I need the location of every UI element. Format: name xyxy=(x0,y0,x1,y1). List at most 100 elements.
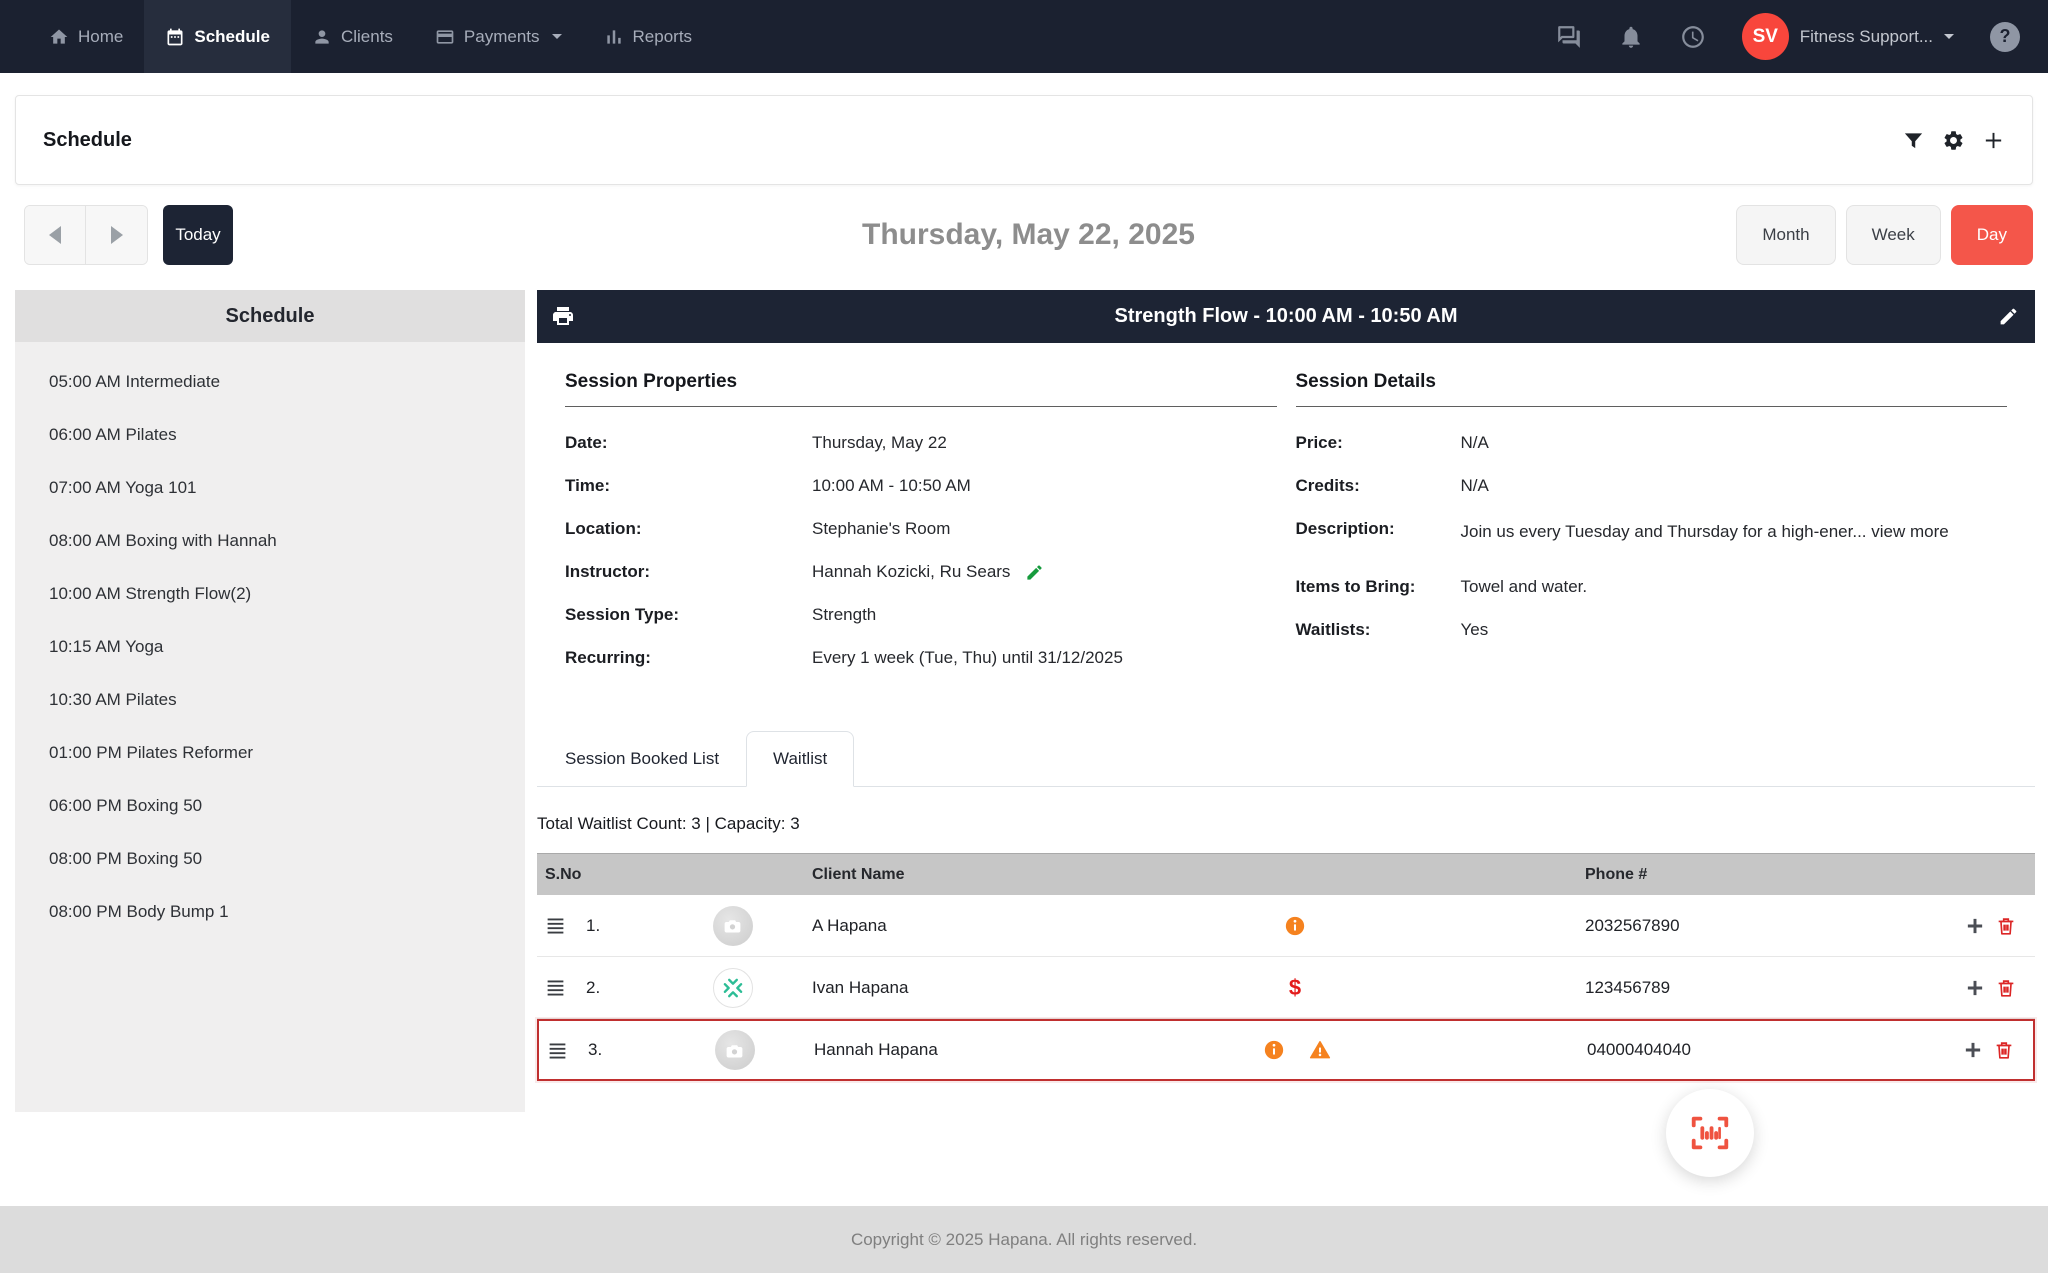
top-navbar: Home Schedule Clients Payments Reports S… xyxy=(0,0,2048,73)
client-phone: 2032567890 xyxy=(1450,916,1887,936)
client-phone: 123456789 xyxy=(1450,978,1887,998)
sidebar-session-item[interactable]: 06:00 AM Pilates xyxy=(15,408,525,461)
next-day-button[interactable] xyxy=(86,206,147,264)
drag-handle-icon[interactable] xyxy=(547,1040,568,1061)
prop-label: Price: xyxy=(1296,433,1461,453)
waitlist-rows: 1.A Hapana20325678902.Ivan Hapana$123456… xyxy=(537,895,2035,1081)
nav-item-clients[interactable]: Clients xyxy=(291,0,414,73)
delete-icon[interactable] xyxy=(1995,977,2017,999)
prop-value-time: 10:00 AM - 10:50 AM xyxy=(812,476,971,496)
section-heading: Session Properties xyxy=(565,371,1277,407)
nav-item-home[interactable]: Home xyxy=(28,0,144,73)
filter-icon[interactable] xyxy=(1902,129,1925,152)
sidebar-session-item[interactable]: 05:00 AM Intermediate xyxy=(15,355,525,408)
barcode-icon xyxy=(1687,1110,1733,1156)
user-menu[interactable]: SV Fitness Support... xyxy=(1742,13,1954,60)
date-title: Thursday, May 22, 2025 xyxy=(24,205,2033,265)
view-day-button[interactable]: Day xyxy=(1951,205,2033,265)
user-name: Fitness Support... xyxy=(1800,27,1933,47)
column-header-client-name: Client Name xyxy=(790,866,1140,884)
help-icon[interactable]: ? xyxy=(1990,22,2020,52)
prop-value-date: Thursday, May 22 xyxy=(812,433,947,453)
row-number: 1. xyxy=(586,916,600,936)
gear-icon[interactable] xyxy=(1942,129,1965,152)
sidebar-session-item[interactable]: 01:00 PM Pilates Reformer xyxy=(15,726,525,779)
barcode-scan-button[interactable] xyxy=(1666,1089,1754,1177)
footer: Copyright © 2025 Hapana. All rights rese… xyxy=(0,1206,2048,1273)
delete-icon[interactable] xyxy=(1995,915,2017,937)
add-icon[interactable] xyxy=(1982,129,2005,152)
prop-label: Description: xyxy=(1296,519,1461,539)
print-icon[interactable] xyxy=(551,304,575,328)
chevron-right-icon xyxy=(111,226,123,244)
bell-icon[interactable] xyxy=(1618,24,1644,50)
add-booking-icon[interactable] xyxy=(1964,915,1986,937)
prop-label: Recurring: xyxy=(565,648,812,668)
tab-waitlist[interactable]: Waitlist xyxy=(746,731,854,787)
nav-label: Clients xyxy=(341,27,393,47)
waitlist-row: 1. A Hapana 2032567890 xyxy=(537,895,2035,957)
session-properties: Session Properties Date:Thursday, May 22… xyxy=(565,371,1277,691)
session-tabs: Session Booked List Waitlist xyxy=(537,731,2035,787)
chat-icon[interactable] xyxy=(1556,24,1582,50)
hapana-logo-avatar xyxy=(713,968,753,1008)
person-icon xyxy=(312,27,332,47)
prop-value-price: N/A xyxy=(1461,433,1489,453)
prop-label: Date: xyxy=(565,433,812,453)
chevron-down-icon xyxy=(1944,34,1954,39)
waitlist-row: 2.Ivan Hapana$123456789 xyxy=(537,957,2035,1019)
page-title: Schedule xyxy=(43,129,132,152)
sidebar-session-item[interactable]: 10:15 AM Yoga xyxy=(15,620,525,673)
nav-item-payments[interactable]: Payments xyxy=(414,0,583,73)
prop-label: Location: xyxy=(565,519,812,539)
prop-value-type: Strength xyxy=(812,605,876,625)
prop-value-location: Stephanie's Room xyxy=(812,519,950,539)
credit-card-icon xyxy=(435,27,455,47)
info-icon[interactable] xyxy=(1263,1039,1285,1061)
info-icon[interactable] xyxy=(1284,915,1306,937)
view-more-link[interactable]: view more xyxy=(1871,522,1948,541)
nav-item-reports[interactable]: Reports xyxy=(583,0,714,73)
sidebar-session-item[interactable]: 10:30 AM Pilates xyxy=(15,673,525,726)
today-button[interactable]: Today xyxy=(163,205,233,265)
sidebar-session-item[interactable]: 06:00 PM Boxing 50 xyxy=(15,779,525,832)
dollar-icon[interactable]: $ xyxy=(1289,977,1301,999)
copyright-text: Copyright © 2025 Hapana. All rights rese… xyxy=(851,1230,1197,1250)
schedule-sidebar: Schedule 05:00 AM Intermediate06:00 AM P… xyxy=(15,290,525,1112)
client-name[interactable]: Hannah Hapana xyxy=(792,1040,1142,1060)
drag-handle-icon[interactable] xyxy=(545,977,566,998)
clock-icon[interactable] xyxy=(1680,24,1706,50)
client-name[interactable]: A Hapana xyxy=(790,916,1140,936)
sidebar-session-item[interactable]: 10:00 AM Strength Flow(2) xyxy=(15,567,525,620)
chevron-down-icon xyxy=(552,34,562,39)
sidebar-session-item[interactable]: 08:00 PM Boxing 50 xyxy=(15,832,525,885)
waitlist-table-header: S.No Client Name Phone # xyxy=(537,853,2035,895)
edit-session-icon[interactable] xyxy=(1998,306,2019,327)
section-heading: Session Details xyxy=(1296,371,2008,407)
nav-item-schedule[interactable]: Schedule xyxy=(144,0,291,73)
view-week-button[interactable]: Week xyxy=(1846,205,1941,265)
prop-label: Session Type: xyxy=(565,605,812,625)
nav-label: Schedule xyxy=(194,27,270,47)
prop-value-instructor: Hannah Kozicki, Ru Sears xyxy=(812,562,1010,582)
edit-instructor-icon[interactable] xyxy=(1025,563,1044,582)
drag-handle-icon[interactable] xyxy=(545,915,566,936)
chevron-left-icon xyxy=(49,226,61,244)
sidebar-session-item[interactable]: 08:00 AM Boxing with Hannah xyxy=(15,514,525,567)
prop-label: Items to Bring: xyxy=(1296,577,1461,597)
client-name[interactable]: Ivan Hapana xyxy=(790,978,1140,998)
sidebar-session-item[interactable]: 07:00 AM Yoga 101 xyxy=(15,461,525,514)
warning-icon[interactable] xyxy=(1309,1039,1331,1061)
column-header-phone: Phone # xyxy=(1450,866,1887,884)
main-nav: Home Schedule Clients Payments Reports xyxy=(28,0,713,73)
view-month-button[interactable]: Month xyxy=(1736,205,1835,265)
prop-value-credits: N/A xyxy=(1461,476,1489,496)
schedule-card-header: Schedule xyxy=(15,95,2033,185)
add-booking-icon[interactable] xyxy=(1964,977,1986,999)
delete-icon[interactable] xyxy=(1993,1039,2015,1061)
tab-session-booked-list[interactable]: Session Booked List xyxy=(538,731,746,787)
add-booking-icon[interactable] xyxy=(1962,1039,1984,1061)
sidebar-session-item[interactable]: 08:00 PM Body Bump 1 xyxy=(15,885,525,938)
session-panel: Strength Flow - 10:00 AM - 10:50 AM Sess… xyxy=(537,290,2035,1081)
prev-day-button[interactable] xyxy=(25,206,86,264)
